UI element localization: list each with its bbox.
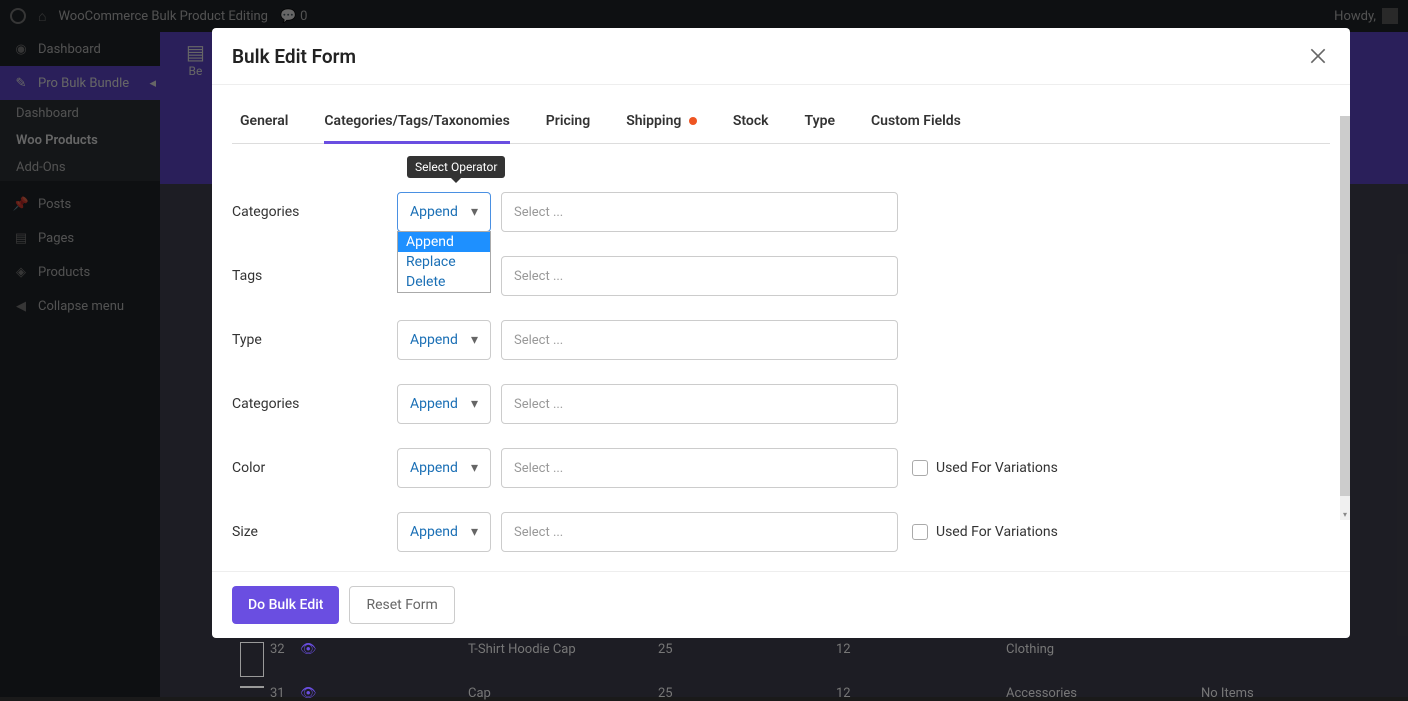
select-color[interactable]: Select ... bbox=[501, 448, 898, 488]
variation-check-color[interactable]: Used For Variations bbox=[912, 460, 1058, 476]
select-size[interactable]: Select ... bbox=[501, 512, 898, 552]
scrollbar-down-icon[interactable]: ▾ bbox=[1340, 508, 1350, 520]
tab-pricing[interactable]: Pricing bbox=[546, 113, 590, 143]
label-categories-2: Categories bbox=[232, 396, 387, 412]
select-categories-2[interactable]: Select ... bbox=[501, 384, 898, 424]
checkbox-size[interactable] bbox=[912, 524, 928, 540]
close-button[interactable] bbox=[1306, 44, 1330, 68]
dropdown-append[interactable]: Append bbox=[398, 232, 490, 252]
modal-scrollbar[interactable]: ▾ bbox=[1340, 116, 1350, 520]
label-color: Color bbox=[232, 460, 387, 476]
operator-dropdown: Append Replace Delete bbox=[397, 231, 491, 293]
chevron-down-icon: ▾ bbox=[471, 460, 478, 476]
operator-select-color[interactable]: Append ▾ bbox=[397, 448, 491, 488]
modal-footer: Do Bulk Edit Reset Form bbox=[212, 571, 1350, 638]
chevron-down-icon: ▾ bbox=[471, 396, 478, 412]
operator-select-size[interactable]: Append ▾ bbox=[397, 512, 491, 552]
operator-select-categories[interactable]: Append ▾ bbox=[397, 192, 491, 232]
bulk-edit-modal: Bulk Edit Form General Categories/Tags/T… bbox=[212, 28, 1350, 638]
scrollbar-thumb[interactable] bbox=[1340, 116, 1350, 496]
operator-select-categories-2[interactable]: Append ▾ bbox=[397, 384, 491, 424]
row-color: Color Append ▾ Select ... Used For Varia… bbox=[232, 448, 1330, 488]
label-size: Size bbox=[232, 524, 387, 540]
do-bulk-edit-button[interactable]: Do Bulk Edit bbox=[232, 586, 339, 624]
tab-shipping[interactable]: Shipping bbox=[626, 113, 697, 143]
label-categories: Categories bbox=[232, 204, 387, 220]
chevron-down-icon: ▾ bbox=[471, 204, 478, 220]
row-categories-2: Categories Append ▾ Select ... bbox=[232, 384, 1330, 424]
select-type[interactable]: Select ... bbox=[501, 320, 898, 360]
tab-type[interactable]: Type bbox=[805, 113, 835, 143]
modal-header: Bulk Edit Form bbox=[212, 28, 1350, 85]
select-tags[interactable]: Select ... bbox=[501, 256, 898, 296]
tab-categories[interactable]: Categories/Tags/Taxonomies bbox=[324, 113, 509, 143]
tabs: General Categories/Tags/Taxonomies Prici… bbox=[232, 85, 1330, 144]
chevron-down-icon: ▾ bbox=[471, 332, 478, 348]
dropdown-delete[interactable]: Delete bbox=[398, 272, 490, 292]
row-size: Size Append ▾ Select ... Used For Variat… bbox=[232, 512, 1330, 552]
variation-check-size[interactable]: Used For Variations bbox=[912, 524, 1058, 540]
chevron-down-icon: ▾ bbox=[471, 524, 478, 540]
label-tags: Tags bbox=[232, 268, 387, 284]
tab-stock[interactable]: Stock bbox=[733, 113, 769, 143]
checkbox-color[interactable] bbox=[912, 460, 928, 476]
operator-select-type[interactable]: Append ▾ bbox=[397, 320, 491, 360]
tab-custom-fields[interactable]: Custom Fields bbox=[871, 113, 961, 143]
dropdown-replace[interactable]: Replace bbox=[398, 252, 490, 272]
select-categories[interactable]: Select ... bbox=[501, 192, 898, 232]
row-categories: Categories Select Operator Append ▾ Appe… bbox=[232, 192, 1330, 232]
label-type: Type bbox=[232, 332, 387, 348]
row-type: Type Append ▾ Select ... bbox=[232, 320, 1330, 360]
modal-title: Bulk Edit Form bbox=[232, 45, 356, 68]
tooltip-select-operator: Select Operator bbox=[407, 156, 505, 178]
reset-form-button[interactable]: Reset Form bbox=[349, 586, 454, 624]
modal-body: General Categories/Tags/Taxonomies Prici… bbox=[212, 85, 1350, 571]
tab-general[interactable]: General bbox=[240, 113, 288, 143]
shipping-indicator-icon bbox=[689, 117, 697, 125]
